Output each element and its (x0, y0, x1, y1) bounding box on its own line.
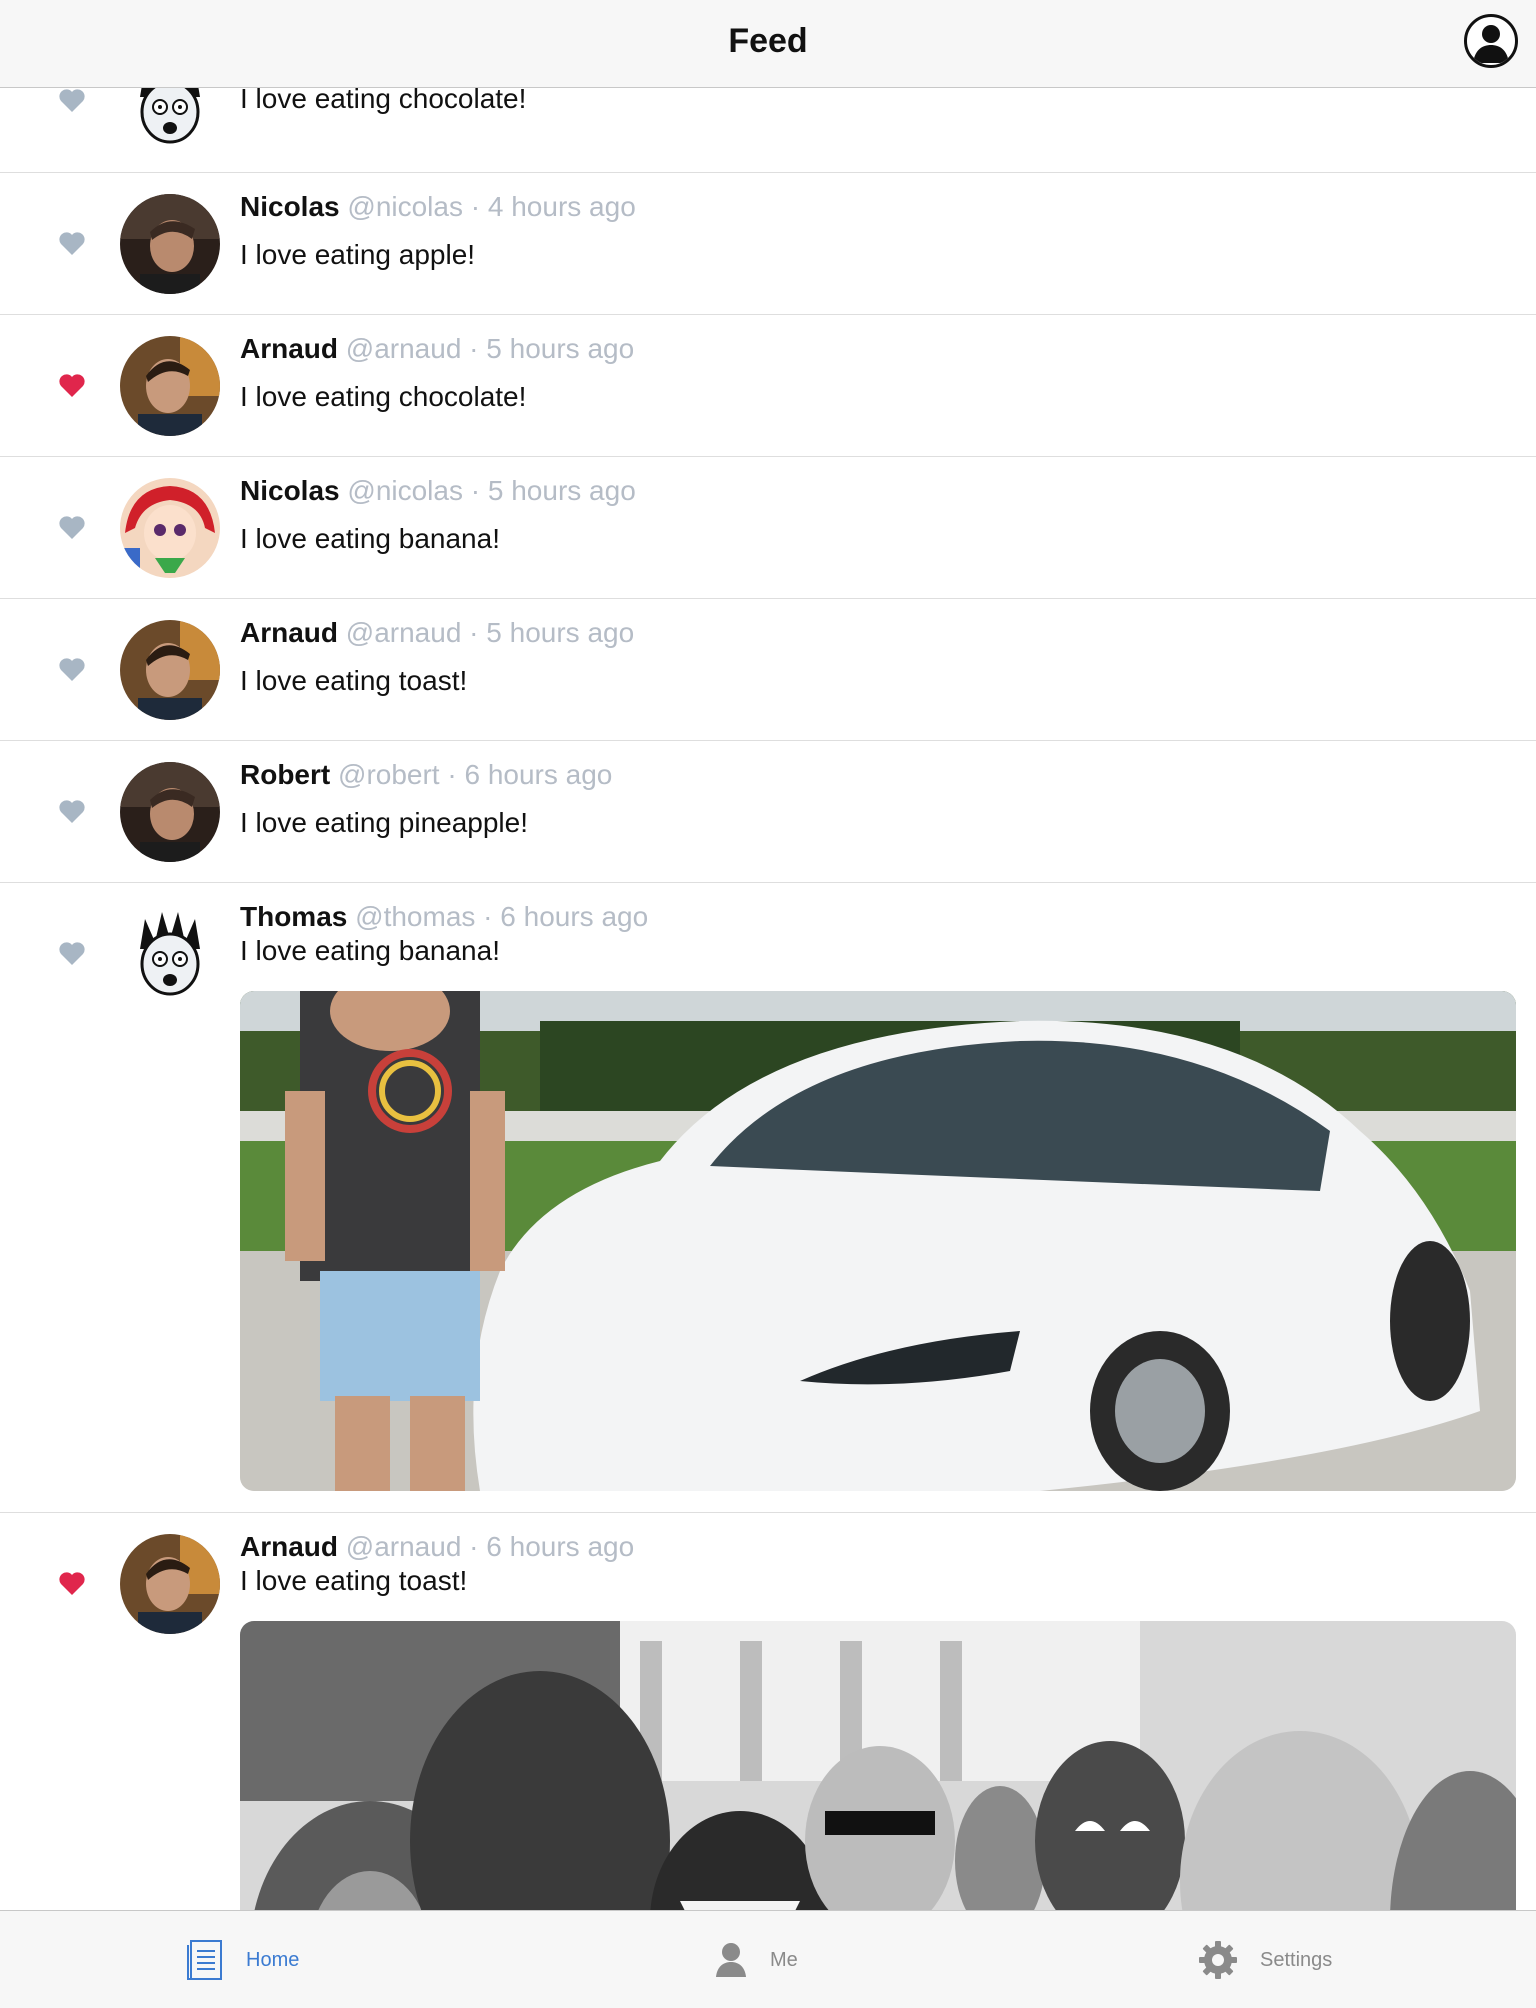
tab-me-label: Me (770, 1948, 798, 1971)
page-title: Feed (728, 22, 808, 60)
heart-icon[interactable] (58, 373, 86, 399)
meta-separator: · (483, 901, 493, 932)
meta-separator: · (447, 759, 457, 790)
document-icon (187, 1940, 222, 1980)
user-avatar[interactable] (120, 762, 220, 862)
author-name[interactable]: Thomas (240, 901, 347, 932)
meta-separator: · (469, 1531, 479, 1562)
post-time: 5 hours ago (486, 333, 635, 364)
post-time: 6 hours ago (464, 759, 613, 790)
author-handle: @arnaud (345, 617, 462, 648)
post-time: 6 hours ago (486, 1531, 635, 1562)
superheroes-photo[interactable] (240, 1621, 1516, 1910)
heart-icon[interactable] (58, 88, 86, 114)
feed-item[interactable]: Arnaud @arnaud · 5 hours ago I love eati… (0, 315, 1536, 457)
user-avatar[interactable] (120, 620, 220, 720)
post-text: I love eating chocolate! (240, 88, 527, 114)
post-meta: Arnaud @arnaud · 6 hours ago (240, 1531, 634, 1563)
author-name[interactable]: Arnaud (240, 617, 338, 648)
post-meta: Robert @robert · 6 hours ago (240, 759, 612, 791)
heart-icon[interactable] (58, 657, 86, 683)
feed-item[interactable]: Arnaud @arnaud · 6 hours ago I love eati… (0, 1513, 1536, 1910)
post-time: 5 hours ago (486, 617, 635, 648)
meta-separator: · (469, 617, 479, 648)
post-text: I love eating chocolate! (240, 381, 527, 412)
feed-item[interactable]: Nicolas @nicolas · 5 hours ago I love ea… (0, 457, 1536, 599)
feed-item[interactable]: I love eating chocolate! (0, 88, 1536, 173)
tab-me[interactable]: Me (714, 1911, 798, 2008)
author-handle: @arnaud (345, 1531, 462, 1562)
gear-icon (1199, 1941, 1237, 1979)
author-name[interactable]: Nicolas (240, 191, 340, 222)
post-text: I love eating toast! (240, 665, 468, 696)
post-text: I love eating pineapple! (240, 807, 528, 838)
tab-home[interactable]: Home (186, 1911, 299, 2008)
feed-item[interactable]: Robert @robert · 6 hours ago I love eati… (0, 741, 1536, 883)
post-text: I love eating apple! (240, 239, 476, 270)
heart-icon[interactable] (58, 1571, 86, 1597)
user-avatar[interactable] (120, 336, 220, 436)
post-meta: Nicolas @nicolas · 5 hours ago (240, 475, 636, 507)
thomas-avatar[interactable] (120, 904, 220, 1004)
feed-list[interactable]: I love eating chocolate! Nicolas @nicola… (0, 88, 1536, 1910)
user-avatar[interactable] (120, 194, 220, 294)
feed-item[interactable]: Arnaud @arnaud · 5 hours ago I love eati… (0, 599, 1536, 741)
heart-icon[interactable] (58, 941, 86, 967)
author-handle: @arnaud (345, 333, 462, 364)
tab-bar: Home Me Settings (0, 1910, 1536, 2008)
person-icon (716, 1943, 746, 1977)
post-meta: Arnaud @arnaud · 5 hours ago (240, 617, 634, 649)
post-meta: Arnaud @arnaud · 5 hours ago (240, 333, 634, 365)
tab-settings-label: Settings (1260, 1948, 1333, 1971)
author-name[interactable]: Robert (240, 759, 330, 790)
post-meta: Nicolas @nicolas · 4 hours ago (240, 191, 636, 223)
author-name[interactable]: Nicolas (240, 475, 340, 506)
feed-item[interactable]: Nicolas @nicolas · 4 hours ago I love ea… (0, 173, 1536, 315)
nav-header: Feed (0, 0, 1536, 88)
post-time: 4 hours ago (487, 191, 636, 222)
post-time: 6 hours ago (500, 901, 649, 932)
user-avatar[interactable] (120, 478, 220, 578)
author-handle: @robert (338, 759, 440, 790)
post-time: 5 hours ago (487, 475, 636, 506)
post-meta: Thomas @thomas · 6 hours ago (240, 901, 648, 933)
author-handle: @nicolas (347, 191, 463, 222)
heart-icon[interactable] (58, 799, 86, 825)
meta-separator: · (470, 191, 481, 222)
thomas-avatar[interactable] (120, 88, 220, 152)
author-name[interactable]: Arnaud (240, 333, 338, 364)
author-name[interactable]: Arnaud (240, 1531, 338, 1562)
author-handle: @thomas (355, 901, 476, 932)
meta-separator: · (470, 475, 481, 506)
car-photo[interactable] (240, 991, 1516, 1491)
tab-home-label: Home (246, 1948, 300, 1971)
tab-settings[interactable]: Settings (1198, 1911, 1332, 2008)
author-handle: @nicolas (347, 475, 463, 506)
heart-icon[interactable] (58, 515, 86, 541)
feed-item[interactable]: Thomas @thomas · 6 hours ago I love eati… (0, 883, 1536, 1513)
heart-icon[interactable] (58, 231, 86, 257)
user-avatar[interactable] (120, 1534, 220, 1634)
profile-icon[interactable] (1464, 14, 1518, 68)
app: Feed I love eating chocolate! Nicolas @n… (0, 0, 1536, 2008)
meta-separator: · (469, 333, 479, 364)
post-text: I love eating banana! (240, 935, 500, 966)
post-text: I love eating toast! (240, 1565, 468, 1596)
post-text: I love eating banana! (240, 523, 500, 554)
